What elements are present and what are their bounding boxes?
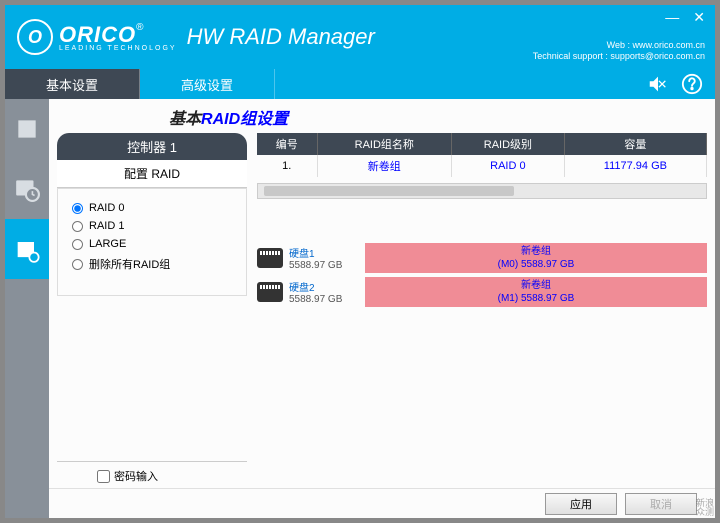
support-info: Web : www.orico.com.cn Technical support… xyxy=(533,40,705,63)
controller-header: 控制器 1 xyxy=(57,133,247,160)
main-area: 控制器 1 配置 RAID RAID 0 RAID 1 LARGE 删除所有RA… xyxy=(49,133,715,488)
password-checkbox[interactable] xyxy=(97,470,110,483)
drive-name: 硬盘2 xyxy=(289,279,359,294)
brand-sub: LEADING TECHNOLOGY xyxy=(59,45,177,52)
cancel-button[interactable]: 取消 xyxy=(625,493,697,515)
body: 基本RAID组设置 控制器 1 配置 RAID RAID 0 RAID 1 LA… xyxy=(5,99,715,518)
minimize-button[interactable]: — xyxy=(665,9,679,26)
controller-sub: 配置 RAID xyxy=(57,160,247,188)
scroll-thumb[interactable] xyxy=(264,186,514,196)
apply-button[interactable]: 应用 xyxy=(545,493,617,515)
support-label: Technical support : supports@orico.com.c… xyxy=(533,51,705,63)
footer: 应用 取消 xyxy=(49,488,715,518)
drive-name: 硬盘1 xyxy=(289,245,359,260)
tab-basic[interactable]: 基本设置 xyxy=(5,69,140,99)
close-button[interactable]: ✕ xyxy=(693,9,705,26)
horizontal-scrollbar[interactable] xyxy=(257,183,707,199)
raid-info: 编号 RAID组名称 RAID级别 容量 1. 新卷组 RAID 0 11177… xyxy=(257,133,707,484)
drive-row: 硬盘2 5588.97 GB 新卷组 (M1) 5588.97 GB xyxy=(257,277,707,307)
window-controls: — ✕ xyxy=(665,9,705,26)
option-delete[interactable]: 删除所有RAID组 xyxy=(72,253,236,275)
th-level: RAID级别 xyxy=(452,133,565,155)
password-label: 密码输入 xyxy=(114,468,158,484)
option-raid1[interactable]: RAID 1 xyxy=(72,217,236,235)
watermark: 新浪 众测 xyxy=(696,499,714,517)
raid-table: 编号 RAID组名称 RAID级别 容量 1. 新卷组 RAID 0 11177… xyxy=(257,133,707,177)
hdd-gear-icon xyxy=(13,235,41,263)
sidebar-item-disk[interactable] xyxy=(5,99,49,159)
content: 基本RAID组设置 控制器 1 配置 RAID RAID 0 RAID 1 LA… xyxy=(49,99,715,518)
th-cap: 容量 xyxy=(564,133,706,155)
drive-allocation: 新卷组 (M1) 5588.97 GB xyxy=(365,277,707,307)
brand-name: ORICO xyxy=(59,22,136,47)
titlebar: O ORICO® LEADING TECHNOLOGY HW RAID Mana… xyxy=(5,5,715,69)
sidebar xyxy=(5,99,49,518)
brand-logo: O ORICO® LEADING TECHNOLOGY xyxy=(17,19,177,55)
raid-options: RAID 0 RAID 1 LARGE 删除所有RAID组 xyxy=(57,188,247,296)
drive-size: 5588.97 GB xyxy=(289,294,359,305)
table-row[interactable]: 1. 新卷组 RAID 0 11177.94 GB xyxy=(257,155,707,177)
mute-icon[interactable] xyxy=(647,73,669,95)
tabbar: 基本设置 高级设置 xyxy=(5,69,715,99)
drive-list: 硬盘1 5588.97 GB 新卷组 (M0) 5588.97 GB xyxy=(257,243,707,307)
th-id: 编号 xyxy=(257,133,317,155)
controller-panel: 控制器 1 配置 RAID RAID 0 RAID 1 LARGE 删除所有RA… xyxy=(57,133,247,484)
option-large[interactable]: LARGE xyxy=(72,235,236,253)
calendar-clock-icon xyxy=(14,176,40,202)
disk-icon xyxy=(14,116,40,142)
web-label: Web : www.orico.com.cn xyxy=(533,40,705,52)
option-raid0[interactable]: RAID 0 xyxy=(72,199,236,217)
password-row: 密码输入 xyxy=(57,461,247,484)
help-icon[interactable] xyxy=(681,73,703,95)
drive-row: 硬盘1 5588.97 GB 新卷组 (M0) 5588.97 GB xyxy=(257,243,707,273)
drive-size: 5588.97 GB xyxy=(289,260,359,271)
hdd-icon xyxy=(257,248,283,268)
hdd-icon xyxy=(257,282,283,302)
th-name: RAID组名称 xyxy=(317,133,451,155)
app-title: HW RAID Manager xyxy=(187,24,375,50)
tab-advanced[interactable]: 高级设置 xyxy=(140,69,275,99)
section-title: 基本RAID组设置 xyxy=(49,99,715,133)
app-window: O ORICO® LEADING TECHNOLOGY HW RAID Mana… xyxy=(5,5,715,518)
sidebar-item-schedule[interactable] xyxy=(5,159,49,219)
sidebar-item-raid[interactable] xyxy=(5,219,49,279)
drive-allocation: 新卷组 (M0) 5588.97 GB xyxy=(365,243,707,273)
logo-icon: O xyxy=(17,19,53,55)
